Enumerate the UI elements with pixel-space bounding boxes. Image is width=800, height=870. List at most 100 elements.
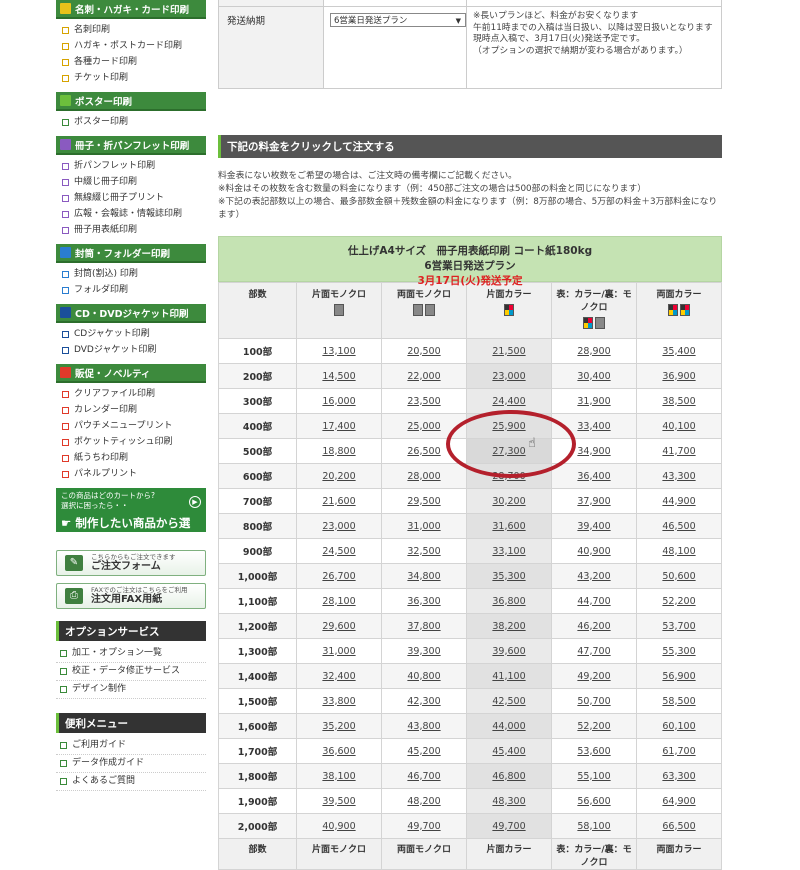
menu-link[interactable]: データ作成ガイド <box>56 755 206 773</box>
category-link[interactable]: 紙うちわ印刷 <box>56 450 206 466</box>
price-link[interactable]: 56,900 <box>636 663 722 689</box>
price-link[interactable]: 43,300 <box>636 463 722 489</box>
category-link[interactable]: 中綴じ冊子印刷 <box>56 174 206 190</box>
price-link[interactable]: 45,400 <box>466 738 552 764</box>
price-link[interactable]: 25,000 <box>381 413 467 439</box>
price-link[interactable]: 63,300 <box>636 763 722 789</box>
price-link[interactable]: 32,500 <box>381 538 467 564</box>
price-link[interactable]: 25,900 <box>466 413 552 439</box>
price-link[interactable]: 40,900 <box>296 813 382 839</box>
price-link[interactable]: 24,500 <box>296 538 382 564</box>
price-link[interactable]: 49,700 <box>466 813 552 839</box>
price-link[interactable]: 58,100 <box>551 813 637 839</box>
category-link[interactable]: 折パンフレット印刷 <box>56 158 206 174</box>
price-link[interactable]: 28,900 <box>551 338 637 364</box>
price-link[interactable]: 48,200 <box>381 788 467 814</box>
price-link[interactable]: 28,700 <box>466 463 552 489</box>
category-link[interactable]: 各種カード印刷 <box>56 54 206 70</box>
price-link[interactable]: 61,700 <box>636 738 722 764</box>
price-link[interactable]: 46,500 <box>636 513 722 539</box>
price-link[interactable]: 39,500 <box>296 788 382 814</box>
price-link[interactable]: 53,600 <box>551 738 637 764</box>
price-link[interactable]: 37,800 <box>381 613 467 639</box>
price-link[interactable]: 56,600 <box>551 788 637 814</box>
price-link[interactable]: 55,100 <box>551 763 637 789</box>
category-link[interactable]: クリアファイル印刷 <box>56 386 206 402</box>
price-link[interactable]: 29,500 <box>381 488 467 514</box>
category-link[interactable]: DVDジャケット印刷 <box>56 342 206 358</box>
menu-link[interactable]: デザイン制作 <box>56 681 206 699</box>
price-link[interactable]: 23,500 <box>381 388 467 414</box>
price-link[interactable]: 13,100 <box>296 338 382 364</box>
price-link[interactable]: 31,000 <box>381 513 467 539</box>
price-link[interactable]: 66,500 <box>636 813 722 839</box>
price-link[interactable]: 55,300 <box>636 638 722 664</box>
category-link[interactable]: 封筒(割込) 印刷 <box>56 266 206 282</box>
price-link[interactable]: 46,200 <box>551 613 637 639</box>
price-link[interactable]: 21,500 <box>466 338 552 364</box>
fax-form-button[interactable]: ⎙ FAXでのご注文はこちらをご利用 注文用FAX用紙 <box>56 583 206 609</box>
price-link[interactable]: 30,400 <box>551 363 637 389</box>
price-link[interactable]: 46,800 <box>466 763 552 789</box>
price-link[interactable]: 39,400 <box>551 513 637 539</box>
price-link[interactable]: 42,300 <box>381 688 467 714</box>
select-product-banner[interactable]: この商品はどのカートから? 選択に困ったら・・ ☛ 制作したい商品から選ぶ ▶ <box>56 488 206 546</box>
price-link[interactable]: 31,600 <box>466 513 552 539</box>
category-link[interactable]: CDジャケット印刷 <box>56 326 206 342</box>
price-link[interactable]: 36,400 <box>551 463 637 489</box>
price-link[interactable]: 31,000 <box>296 638 382 664</box>
price-link[interactable]: 60,100 <box>636 713 722 739</box>
category-link[interactable]: ハガキ・ポストカード印刷 <box>56 38 206 54</box>
category-link[interactable]: パウチメニュープリント <box>56 418 206 434</box>
category-link[interactable]: ポケットティッシュ印刷 <box>56 434 206 450</box>
price-link[interactable]: 40,900 <box>551 538 637 564</box>
price-link[interactable]: 48,300 <box>466 788 552 814</box>
price-link[interactable]: 46,700 <box>381 763 467 789</box>
price-link[interactable]: 48,100 <box>636 538 722 564</box>
price-link[interactable]: 34,800 <box>381 563 467 589</box>
price-link[interactable]: 33,400 <box>551 413 637 439</box>
price-link[interactable]: 64,900 <box>636 788 722 814</box>
category-link[interactable]: チケット印刷 <box>56 70 206 86</box>
price-link[interactable]: 31,900 <box>551 388 637 414</box>
price-link[interactable]: 35,300 <box>466 563 552 589</box>
price-link[interactable]: 42,500 <box>466 688 552 714</box>
menu-link[interactable]: よくあるご質問 <box>56 773 206 791</box>
price-link[interactable]: 27,300 <box>466 438 552 464</box>
price-link[interactable]: 49,200 <box>551 663 637 689</box>
price-link[interactable]: 36,800 <box>466 588 552 614</box>
price-link[interactable]: 50,600 <box>636 563 722 589</box>
price-link[interactable]: 38,500 <box>636 388 722 414</box>
category-link[interactable]: フォルダ印刷 <box>56 282 206 298</box>
menu-link[interactable]: 校正・データ修正サービス <box>56 663 206 681</box>
price-link[interactable]: 43,800 <box>381 713 467 739</box>
price-link[interactable]: 39,600 <box>466 638 552 664</box>
price-link[interactable]: 38,100 <box>296 763 382 789</box>
category-link[interactable]: 無線綴じ冊子プリント <box>56 190 206 206</box>
price-link[interactable]: 43,200 <box>551 563 637 589</box>
price-link[interactable]: 24,400 <box>466 388 552 414</box>
price-link[interactable]: 35,200 <box>296 713 382 739</box>
price-link[interactable]: 36,300 <box>381 588 467 614</box>
price-link[interactable]: 40,100 <box>636 413 722 439</box>
price-link[interactable]: 47,700 <box>551 638 637 664</box>
price-link[interactable]: 44,900 <box>636 488 722 514</box>
price-link[interactable]: 36,600 <box>296 738 382 764</box>
price-link[interactable]: 38,200 <box>466 613 552 639</box>
price-link[interactable]: 20,500 <box>381 338 467 364</box>
price-link[interactable]: 23,000 <box>296 513 382 539</box>
category-link[interactable]: パネルプリント <box>56 466 206 482</box>
price-link[interactable]: 33,800 <box>296 688 382 714</box>
price-link[interactable]: 23,000 <box>466 363 552 389</box>
price-link[interactable]: 52,200 <box>551 713 637 739</box>
price-link[interactable]: 33,100 <box>466 538 552 564</box>
price-link[interactable]: 53,700 <box>636 613 722 639</box>
price-link[interactable]: 20,200 <box>296 463 382 489</box>
price-link[interactable]: 41,100 <box>466 663 552 689</box>
order-form-button[interactable]: ✎ こちらからもご注文できます ご注文フォーム <box>56 550 206 576</box>
price-link[interactable]: 41,700 <box>636 438 722 464</box>
price-link[interactable]: 29,600 <box>296 613 382 639</box>
price-link[interactable]: 26,700 <box>296 563 382 589</box>
price-link[interactable]: 44,700 <box>551 588 637 614</box>
category-link[interactable]: ポスター印刷 <box>56 114 206 130</box>
